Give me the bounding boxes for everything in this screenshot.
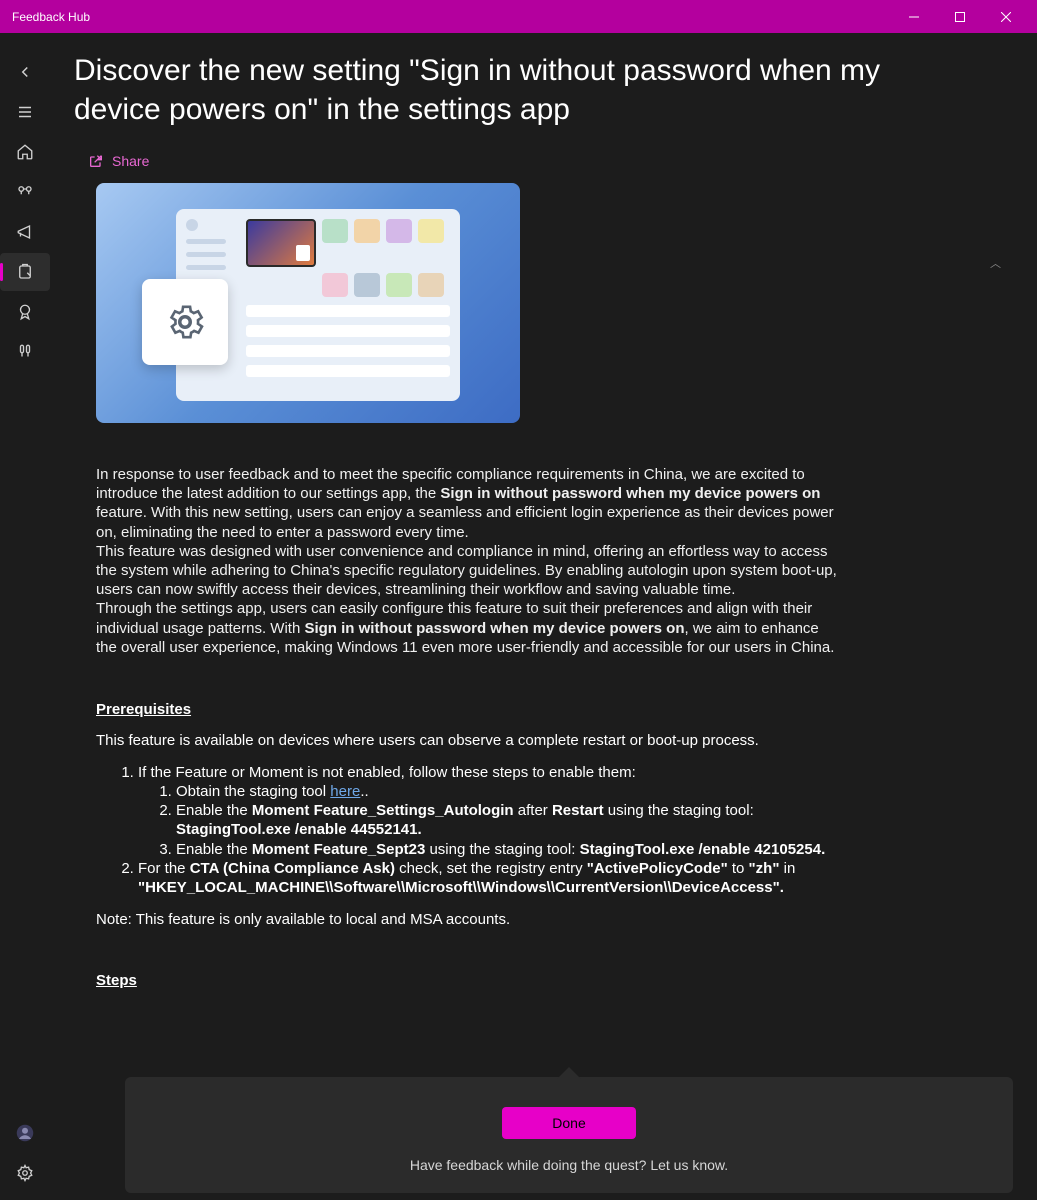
list-item: Obtain the staging tool here.. (176, 782, 838, 801)
content-scroll[interactable]: In response to user feedback and to meet… (74, 183, 1013, 1200)
steps-heading: Steps (96, 972, 973, 989)
achievements-icon[interactable] (0, 293, 50, 331)
list-item: If the Feature or Moment is not enabled,… (138, 763, 838, 859)
settings-icon[interactable] (0, 1154, 50, 1192)
home-icon[interactable] (0, 133, 50, 171)
share-button[interactable]: Share (88, 153, 1013, 169)
list-item: Enable the Moment Feature_Sept23 using t… (176, 840, 838, 859)
titlebar: Feedback Hub (0, 0, 1037, 33)
diagnostics-icon[interactable] (0, 333, 50, 371)
profile-icon[interactable] (0, 1114, 50, 1152)
main-content: Discover the new setting "Sign in withou… (50, 33, 1037, 1200)
prerequisites-heading: Prerequisites (96, 701, 973, 718)
maximize-button[interactable] (937, 0, 983, 33)
quests-icon[interactable] (0, 253, 50, 291)
feedback-prompt: Have feedback while doing the quest? Let… (410, 1157, 728, 1173)
staging-tool-link[interactable]: here (330, 783, 360, 800)
sidebar (0, 33, 50, 1200)
page-title: Discover the new setting "Sign in withou… (74, 51, 954, 129)
prereq-intro: This feature is available on devices whe… (96, 732, 973, 749)
share-icon (88, 153, 104, 169)
hero-illustration (96, 183, 520, 423)
share-label: Share (112, 153, 149, 169)
close-button[interactable] (983, 0, 1029, 33)
done-button[interactable]: Done (502, 1107, 635, 1139)
list-item: Enable the Moment Feature_Settings_Autol… (176, 801, 838, 839)
app-title: Feedback Hub (8, 10, 891, 24)
gear-icon (164, 301, 206, 343)
list-item: For the CTA (China Compliance Ask) check… (138, 859, 838, 897)
minimize-button[interactable] (891, 0, 937, 33)
quest-footer: Done Have feedback while doing the quest… (125, 1077, 1013, 1193)
announcements-icon[interactable] (0, 213, 50, 251)
prereq-note: Note: This feature is only available to … (96, 911, 973, 928)
window-controls (891, 0, 1029, 33)
feedback-icon[interactable] (0, 173, 50, 211)
prereq-list: If the Feature or Moment is not enabled,… (96, 763, 973, 897)
intro-paragraphs: In response to user feedback and to meet… (96, 465, 841, 657)
back-button[interactable] (0, 53, 50, 91)
hamburger-menu-icon[interactable] (0, 93, 50, 131)
